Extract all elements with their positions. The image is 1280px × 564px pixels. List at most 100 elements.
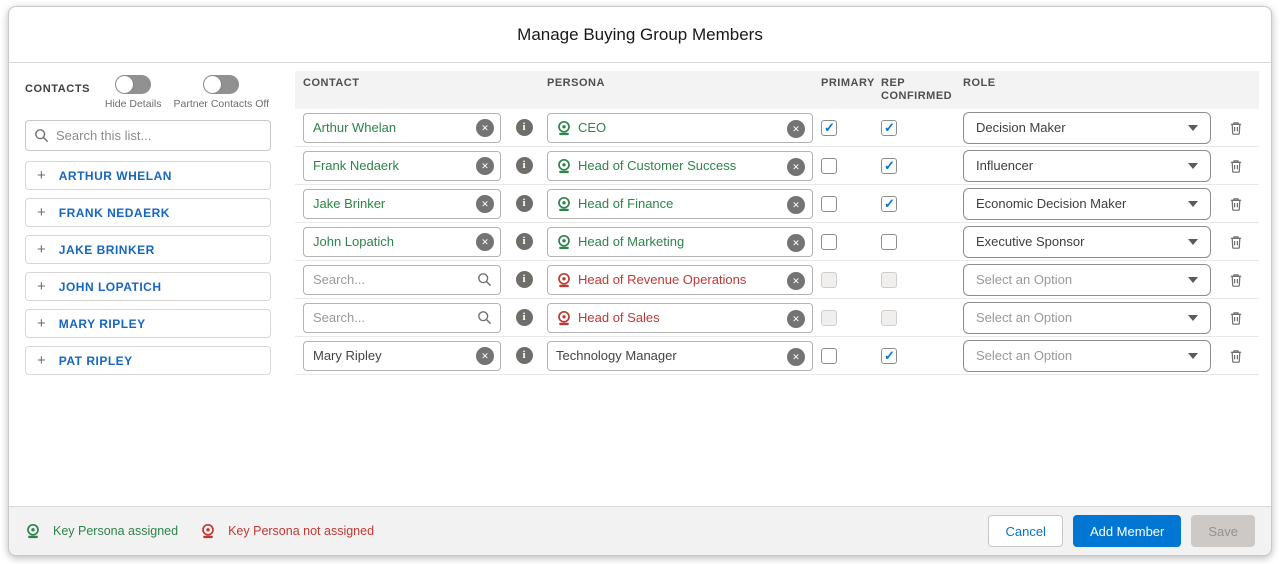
rep-confirmed-checkbox[interactable]: [881, 271, 897, 288]
search-input[interactable]: [25, 120, 271, 151]
sidebar-contact-item[interactable]: + FRANK NEDAERK: [25, 198, 271, 227]
primary-checkbox[interactable]: [821, 309, 837, 326]
col-header-persona: PERSONA: [547, 77, 605, 89]
hide-details-toggle[interactable]: [115, 75, 152, 94]
clear-icon[interactable]: ✕: [476, 232, 494, 251]
role-value: Decision Maker: [976, 120, 1066, 135]
contact-input[interactable]: [303, 226, 501, 257]
contact-input[interactable]: [303, 340, 501, 371]
delete-row-button[interactable]: [1228, 196, 1244, 212]
persona-field[interactable]: Technology Manager ✕: [547, 340, 813, 371]
role-select[interactable]: Select an Option: [963, 301, 1211, 334]
rep-confirmed-cell: [881, 119, 955, 136]
expand-plus-icon[interactable]: +: [37, 279, 46, 294]
sidebar-contact-item[interactable]: + JAKE BRINKER: [25, 235, 271, 264]
key-persona-icon: [556, 272, 572, 288]
primary-checkbox[interactable]: [821, 157, 837, 174]
clear-icon[interactable]: ✕: [476, 194, 494, 213]
persona-field[interactable]: Head of Finance ✕: [547, 188, 813, 219]
role-select[interactable]: Select an Option: [963, 339, 1211, 372]
persona-field[interactable]: Head of Customer Success ✕: [547, 150, 813, 181]
persona-field[interactable]: Head of Sales ✕: [547, 302, 813, 333]
clear-icon[interactable]: ✕: [476, 346, 494, 365]
primary-checkbox[interactable]: [821, 271, 837, 288]
rep-confirmed-checkbox[interactable]: [881, 195, 897, 212]
table-row: i Head of Sales ✕ Select an Option: [295, 299, 1259, 337]
info-icon[interactable]: i: [515, 309, 533, 326]
sidebar-contact-item[interactable]: + MARY RIPLEY: [25, 309, 271, 338]
info-icon[interactable]: i: [515, 119, 533, 136]
save-button[interactable]: Save: [1191, 515, 1255, 547]
sidebar-top: CONTACTS Hide Details Partner Contacts O…: [25, 75, 271, 110]
contact-input[interactable]: [303, 188, 501, 219]
clear-icon[interactable]: ✕: [787, 309, 805, 328]
info-icon[interactable]: i: [515, 347, 533, 364]
clear-icon[interactable]: ✕: [476, 156, 494, 175]
info-icon[interactable]: i: [515, 195, 533, 212]
clear-icon[interactable]: ✕: [787, 347, 805, 366]
info-icon[interactable]: i: [515, 157, 533, 174]
table-rows: ✕ i CEO ✕ Decision Maker: [295, 109, 1259, 375]
primary-checkbox[interactable]: [821, 195, 837, 212]
key-persona-icon: [556, 120, 572, 136]
sidebar-contact-item[interactable]: + PAT RIPLEY: [25, 346, 271, 375]
col-header-contact: CONTACT: [303, 77, 360, 89]
role-select[interactable]: Executive Sponsor: [963, 225, 1211, 258]
delete-row-button[interactable]: [1228, 310, 1244, 326]
contact-input[interactable]: [303, 264, 501, 295]
expand-plus-icon[interactable]: +: [37, 242, 46, 257]
sidebar-contact-item[interactable]: + JOHN LOPATICH: [25, 272, 271, 301]
clear-icon[interactable]: ✕: [787, 271, 805, 290]
delete-row-button[interactable]: [1228, 234, 1244, 250]
clear-icon[interactable]: ✕: [787, 233, 805, 252]
role-select[interactable]: Decision Maker: [963, 111, 1211, 144]
role-value: Economic Decision Maker: [976, 196, 1127, 211]
table-row: ✕ i Head of Marketing ✕ Executive Sponso…: [295, 223, 1259, 261]
rep-confirmed-checkbox[interactable]: [881, 347, 897, 364]
clear-icon[interactable]: ✕: [787, 195, 805, 214]
role-value: Select an Option: [976, 272, 1073, 287]
contact-input[interactable]: [303, 302, 501, 333]
expand-plus-icon[interactable]: +: [37, 205, 46, 220]
primary-checkbox[interactable]: [821, 119, 837, 136]
clear-icon[interactable]: ✕: [787, 119, 805, 138]
rep-confirmed-cell: [881, 271, 955, 288]
col-header-rep-confirmed: REP CONFIRMED: [881, 77, 953, 102]
delete-row-button[interactable]: [1228, 272, 1244, 288]
info-icon[interactable]: i: [515, 271, 533, 288]
rep-confirmed-checkbox[interactable]: [881, 309, 897, 326]
rep-confirmed-checkbox[interactable]: [881, 119, 897, 136]
partner-contacts-toggle[interactable]: [203, 75, 240, 94]
rep-confirmed-checkbox[interactable]: [881, 233, 897, 250]
info-cell: i: [509, 157, 539, 174]
persona-field[interactable]: Head of Revenue Operations ✕: [547, 264, 813, 295]
rep-confirmed-checkbox[interactable]: [881, 157, 897, 174]
role-select[interactable]: Select an Option: [963, 263, 1211, 296]
sidebar-contact-item[interactable]: + ARTHUR WHELAN: [25, 161, 271, 190]
delete-row-button[interactable]: [1228, 348, 1244, 364]
delete-row-button[interactable]: [1228, 158, 1244, 174]
primary-checkbox[interactable]: [821, 347, 837, 364]
key-persona-not-assigned-icon: [200, 523, 216, 539]
persona-value: Head of Marketing: [578, 234, 685, 249]
role-select[interactable]: Influencer: [963, 149, 1211, 182]
info-icon[interactable]: i: [515, 233, 533, 250]
contact-field: ✕: [303, 112, 501, 143]
clear-icon[interactable]: ✕: [787, 157, 805, 176]
rep-confirmed-cell: [881, 195, 955, 212]
primary-checkbox[interactable]: [821, 233, 837, 250]
contact-input[interactable]: [303, 150, 501, 181]
persona-field[interactable]: Head of Marketing ✕: [547, 226, 813, 257]
cancel-button[interactable]: Cancel: [988, 515, 1063, 547]
contact-input[interactable]: [303, 112, 501, 143]
clear-icon[interactable]: ✕: [476, 118, 494, 137]
persona-field[interactable]: CEO ✕: [547, 112, 813, 143]
primary-cell: [821, 233, 873, 250]
expand-plus-icon[interactable]: +: [37, 353, 46, 368]
rep-confirmed-cell: [881, 157, 955, 174]
expand-plus-icon[interactable]: +: [37, 168, 46, 183]
add-member-button[interactable]: Add Member: [1072, 515, 1182, 547]
expand-plus-icon[interactable]: +: [37, 316, 46, 331]
delete-row-button[interactable]: [1228, 120, 1244, 136]
role-select[interactable]: Economic Decision Maker: [963, 187, 1211, 220]
